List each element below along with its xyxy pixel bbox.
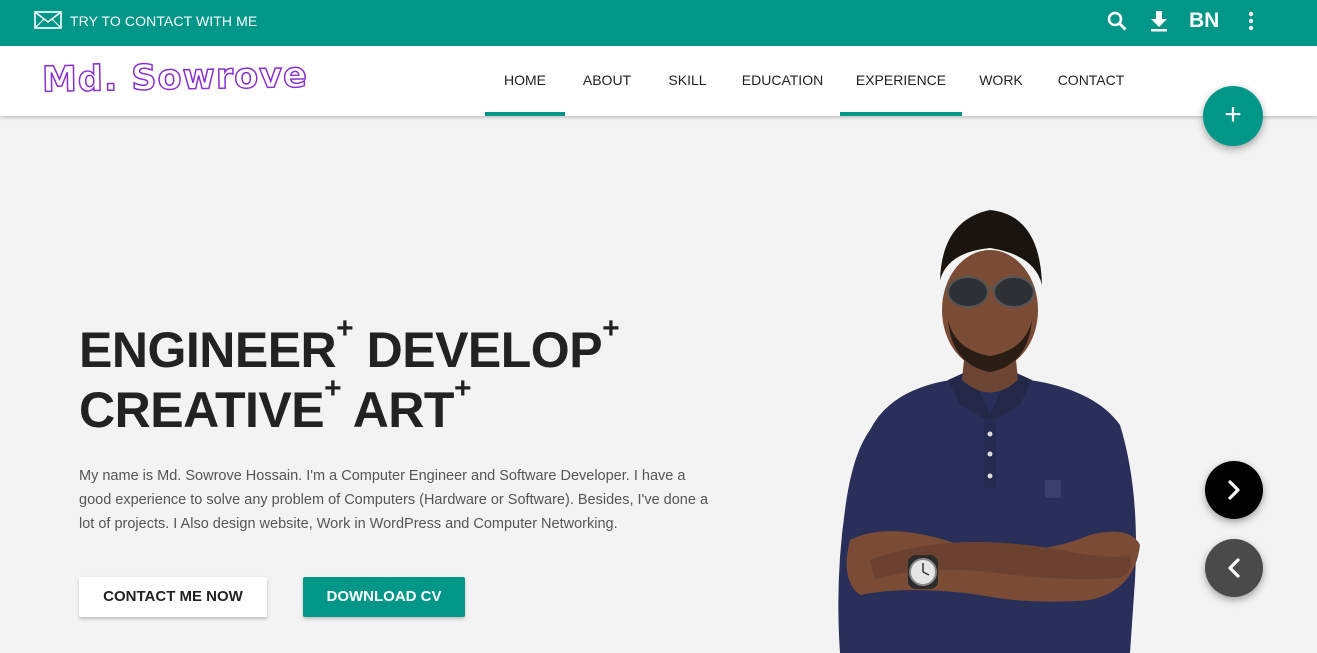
- more-vert-icon[interactable]: [1240, 10, 1262, 32]
- chevron-right-icon: [1228, 480, 1240, 500]
- mail-icon[interactable]: [34, 11, 62, 29]
- plus-mark: +: [602, 312, 620, 345]
- plus-mark: +: [324, 372, 342, 405]
- headline-word-art: ART: [352, 382, 455, 438]
- main-navbar: Md. Sowrove HOME ABOUT SKILL EDUCATION E…: [0, 46, 1317, 116]
- add-fab-button[interactable]: +: [1203, 86, 1263, 146]
- contact-link[interactable]: TRY TO CONTACT WITH ME: [70, 13, 257, 29]
- headline-line-2: CREATIVE+ ART+: [79, 374, 619, 440]
- headline-line-1: ENGINEER+ DEVELOP+: [79, 314, 620, 380]
- nav-item-about[interactable]: ABOUT: [571, 46, 643, 116]
- nav-item-experience[interactable]: EXPERIENCE: [840, 46, 962, 116]
- nav-item-home[interactable]: HOME: [485, 46, 565, 116]
- contact-me-button[interactable]: CONTACT ME NOW: [79, 577, 267, 617]
- nav-item-skill[interactable]: SKILL: [660, 46, 715, 116]
- plus-mark: +: [453, 372, 472, 405]
- search-icon[interactable]: [1106, 10, 1128, 32]
- nav-item-contact[interactable]: CONTACT: [1050, 46, 1132, 116]
- hero-headline: ENGINEER+ DEVELOP+ CREATIVE+ ART+: [79, 314, 620, 440]
- plus-mark: +: [336, 312, 354, 345]
- nav-item-work[interactable]: WORK: [972, 46, 1030, 116]
- top-bar: TRY TO CONTACT WITH ME BN: [0, 0, 1317, 46]
- site-logo[interactable]: Md. Sowrove: [41, 55, 309, 101]
- headline-word-engineer: ENGINEER: [79, 322, 337, 378]
- intro-paragraph: My name is Md. Sowrove Hossain. I'm a Co…: [79, 468, 709, 532]
- download-cv-button[interactable]: DOWNLOAD CV: [303, 577, 465, 617]
- headline-word-creative: CREATIVE: [79, 382, 325, 438]
- headline-word-develop: DEVELOP: [366, 322, 603, 378]
- plus-icon: +: [1224, 98, 1242, 131]
- chevron-left-icon: [1228, 558, 1240, 578]
- nav-item-education[interactable]: EDUCATION: [735, 46, 830, 116]
- profile-photo: [838, 210, 1140, 653]
- download-icon[interactable]: [1148, 9, 1170, 33]
- next-slide-button[interactable]: [1205, 461, 1263, 519]
- prev-slide-button[interactable]: [1205, 539, 1263, 597]
- language-toggle[interactable]: BN: [1189, 9, 1219, 33]
